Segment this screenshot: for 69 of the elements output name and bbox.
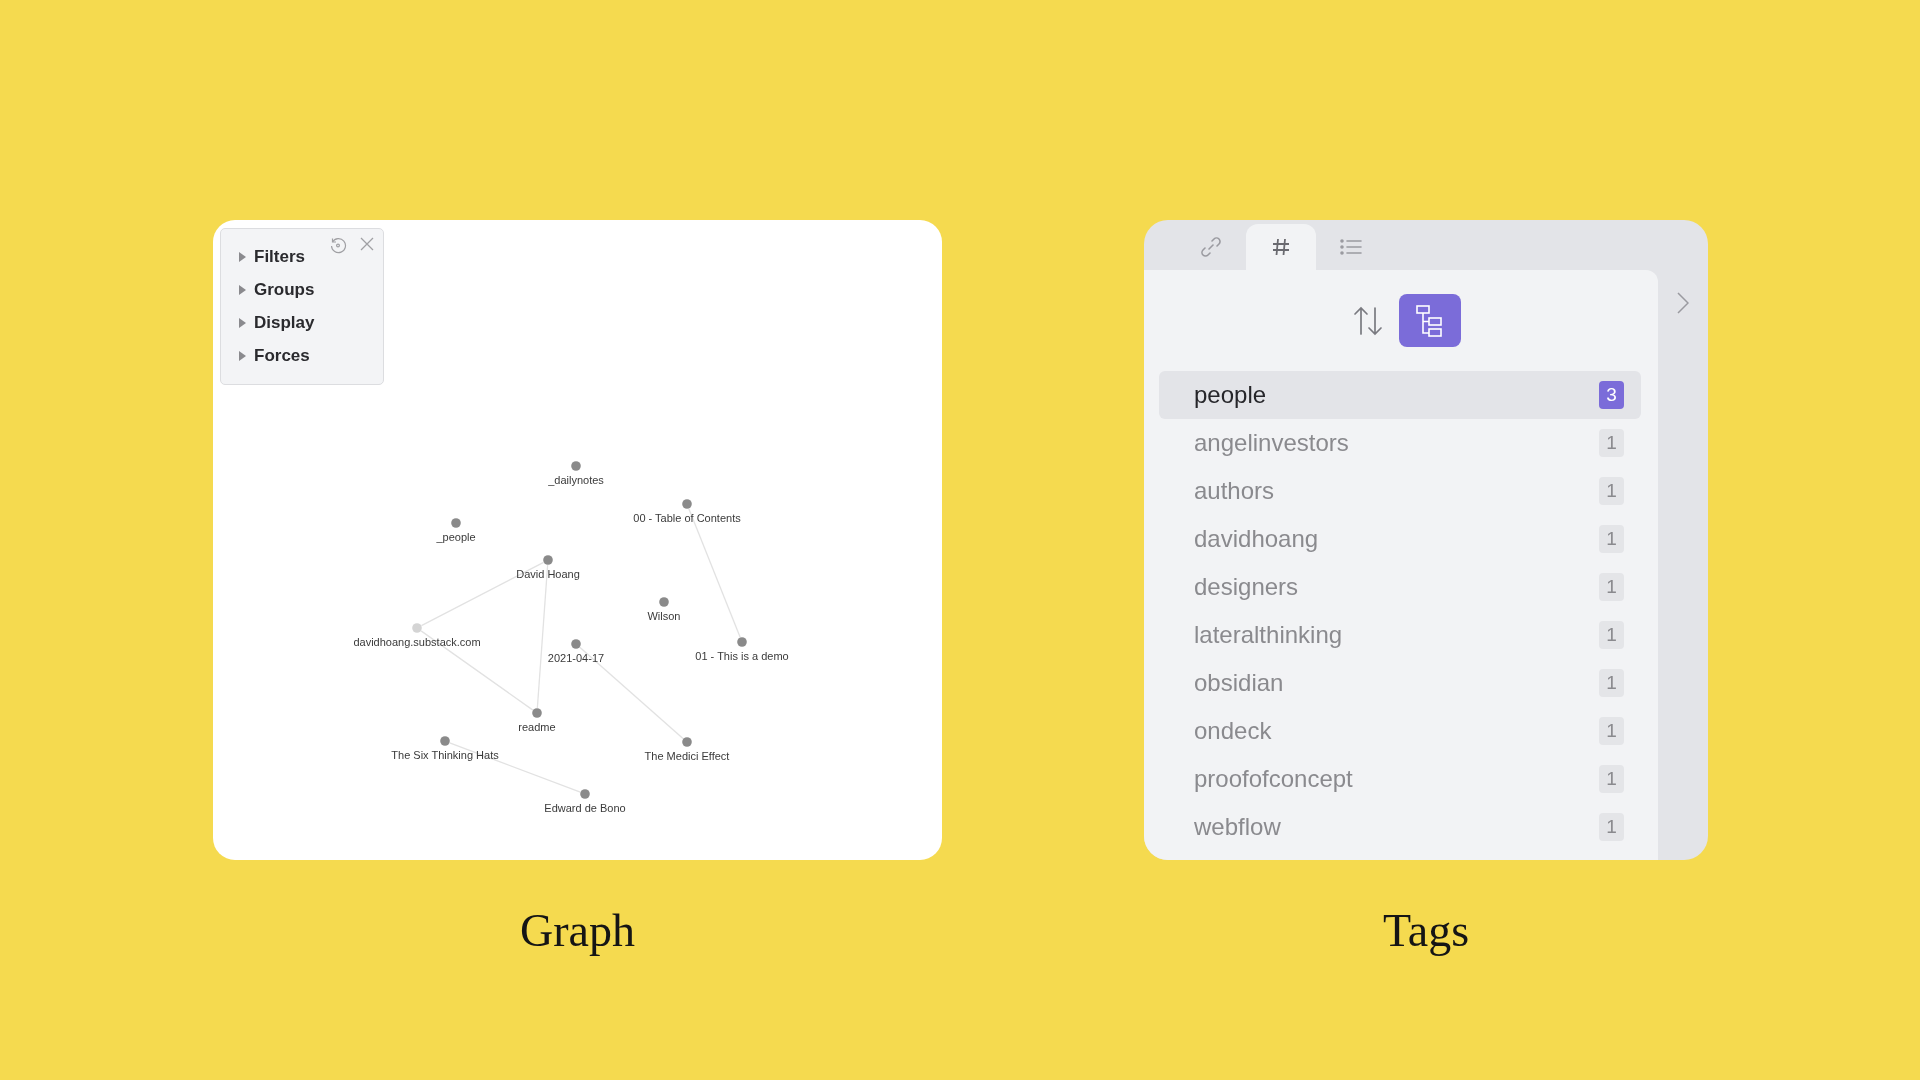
graph-node[interactable]: [682, 499, 692, 509]
tag-row[interactable]: lateralthinking 1: [1159, 611, 1641, 659]
tag-count: 1: [1599, 717, 1624, 745]
tag-count: 3: [1599, 381, 1624, 409]
tag-row[interactable]: obsidian 1: [1159, 659, 1641, 707]
chevron-right-icon[interactable]: [1677, 292, 1689, 314]
graph-node[interactable]: [543, 555, 553, 565]
reset-icon[interactable]: [329, 236, 347, 254]
node-label: 01 - This is a demo: [695, 650, 789, 662]
caption: Tags: [1382, 904, 1470, 957]
node-label: _people: [436, 531, 476, 543]
graph-node[interactable]: [682, 737, 692, 747]
panel-tab[interactable]: [1246, 224, 1316, 270]
tag-count: 1: [1599, 621, 1624, 649]
tag-row[interactable]: davidhoang 1: [1159, 515, 1641, 563]
tag-name: webflow: [1194, 813, 1281, 841]
graph-node[interactable]: [659, 597, 669, 607]
tag-count: 1: [1599, 573, 1624, 601]
tag-name: ondeck: [1194, 717, 1272, 745]
tree-icon: [1415, 303, 1445, 338]
node-label: Edward de Bono: [544, 802, 626, 814]
graph-node[interactable]: [737, 637, 747, 647]
node-label: The Medici Effect: [644, 750, 730, 762]
graph-node[interactable]: [532, 708, 542, 718]
tag-count: 1: [1599, 765, 1624, 793]
tag-count: 1: [1599, 429, 1624, 457]
graph-node[interactable]: [571, 639, 581, 649]
node-label: readme: [518, 721, 556, 733]
tag-row[interactable]: angelinvestors 1: [1159, 419, 1641, 467]
tag-name: obsidian: [1194, 669, 1284, 697]
list-icon: [1339, 237, 1363, 257]
tag-row[interactable]: designers 1: [1159, 563, 1641, 611]
tag-row[interactable]: authors 1: [1159, 467, 1641, 515]
tag-row[interactable]: ondeck 1: [1159, 707, 1641, 755]
link-icon: [1199, 235, 1223, 259]
caption: Graph: [520, 904, 635, 957]
graph-node[interactable]: [580, 789, 590, 799]
graph-node[interactable]: [571, 461, 581, 471]
close-icon[interactable]: [359, 236, 375, 252]
tag-name: lateralthinking: [1194, 621, 1343, 649]
tag-row[interactable]: people 3: [1159, 371, 1641, 419]
tag-name: people: [1194, 381, 1267, 409]
section-toggle[interactable]: Groups: [238, 278, 383, 301]
tag-name: designers: [1194, 573, 1299, 601]
hash-icon: [1271, 237, 1291, 257]
tag-row[interactable]: webflow 1: [1159, 803, 1641, 851]
tag-row[interactable]: proofofconcept 1: [1159, 755, 1641, 803]
tag-count: 1: [1599, 525, 1624, 553]
tag-count: 1: [1599, 669, 1624, 697]
tag-count: 1: [1599, 813, 1624, 841]
node-label: The Six Thinking Hats: [391, 749, 499, 761]
node-label: David Hoang: [516, 568, 580, 580]
section-toggle[interactable]: Filters: [238, 245, 383, 268]
node-label: davidhoang.substack.com: [353, 636, 481, 648]
graph-node[interactable]: [440, 736, 450, 746]
graph-node[interactable]: [451, 518, 461, 528]
graph-node[interactable]: [412, 623, 422, 633]
tree-view-button[interactable]: [1399, 294, 1461, 347]
tag-count: 1: [1599, 477, 1624, 505]
tag-name: angelinvestors: [1194, 429, 1349, 457]
node-label: 00 - Table of Contents: [633, 512, 741, 524]
section-toggle[interactable]: Display: [238, 311, 383, 334]
section-toggle[interactable]: Forces: [238, 344, 383, 367]
tag-name: davidhoang: [1194, 525, 1319, 553]
tag-name: authors: [1194, 477, 1275, 505]
node-label: Wilson: [647, 610, 681, 622]
node-label: _dailynotes: [548, 474, 604, 486]
tag-name: proofofconcept: [1194, 765, 1353, 793]
node-label: 2021-04-17: [547, 652, 605, 664]
